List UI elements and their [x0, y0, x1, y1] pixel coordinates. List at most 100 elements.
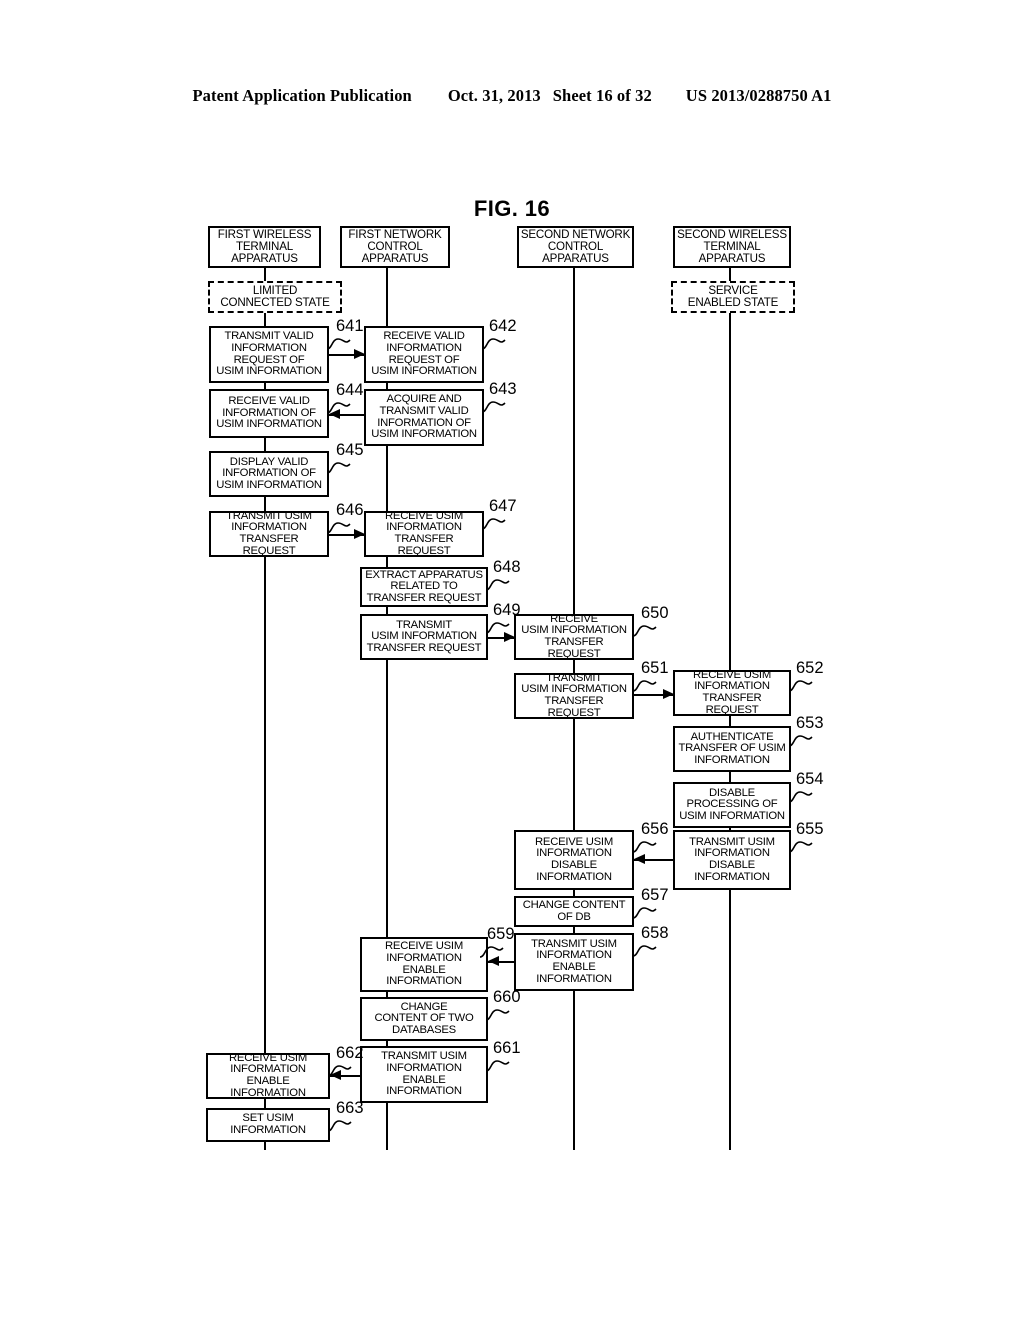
- figure-title: FIG. 16: [0, 196, 1024, 222]
- state1-text: LIMITED CONNECTED STATE: [220, 284, 330, 309]
- step-box-657: CHANGE CONTENT OF DB: [514, 896, 634, 927]
- leader-655: [788, 839, 814, 855]
- step-box-648: EXTRACT APPARATUS RELATED TO TRANSFER REQU…: [360, 567, 488, 607]
- leader-645: [326, 460, 352, 476]
- leader-646: [326, 520, 352, 536]
- step-641-text: TRANSMIT VALID INFORMATION REQUEST OF USIM …: [216, 330, 322, 378]
- ref-number-663: 663: [336, 1099, 364, 1117]
- leader-653: [788, 733, 814, 749]
- ref-number-657: 657: [641, 886, 669, 904]
- step-box-644: RECEIVE VALID INFORMATION OF USIM INFORMAT…: [209, 389, 329, 438]
- ref-number-650: 650: [641, 604, 669, 622]
- state-box-limited-connected: LIMITED CONNECTED STATE: [208, 281, 342, 313]
- step-box-654: DISABLE PROCESSING OF USIM INFORMATION: [673, 782, 791, 828]
- header-sheet: Sheet 16 of 32: [552, 86, 652, 105]
- ref-number-647: 647: [489, 497, 517, 515]
- ref-number-643: 643: [489, 380, 517, 398]
- step-650-text: RECEIVE USIM INFORMATION TRANSFER REQUEST: [521, 612, 627, 660]
- step-box-646: TRANSMIT USIM INFORMATION TRANSFER REQUEST: [209, 509, 329, 557]
- arrow-head-655-656: [634, 854, 645, 864]
- step-657-text: CHANGE CONTENT OF DB: [522, 898, 626, 923]
- step-661-text: TRANSMIT USIM INFORMATION ENABLE INFORMATIO…: [381, 1050, 467, 1098]
- leader-663: [327, 1118, 353, 1134]
- step-box-661: TRANSMIT USIM INFORMATION ENABLE INFORMATIO…: [360, 1046, 488, 1103]
- ref-number-655: 655: [796, 820, 824, 838]
- leader-657: [632, 905, 658, 921]
- step-653-text: AUTHENTICATE TRANSFER OF USIM INFORMATION: [678, 730, 786, 766]
- state-box-service-enabled: SERVICE ENABLED STATE: [671, 281, 795, 313]
- leader-649: [485, 620, 511, 636]
- lane4-header-text: SECOND WIRELESS TERMINAL APPARATUS: [677, 228, 787, 265]
- step-box-642: RECEIVE VALID INFORMATION REQUEST OF USIM I…: [364, 326, 484, 383]
- leader-654: [788, 789, 814, 805]
- leader-652: [788, 678, 814, 694]
- leader-642: [481, 336, 507, 352]
- ref-number-656: 656: [641, 820, 669, 838]
- leader-651: [632, 678, 658, 694]
- lane1-header-text: FIRST WIRELESS TERMINAL APPARATUS: [217, 228, 312, 265]
- leader-644: [326, 400, 352, 416]
- step-659-text: RECEIVE USIM INFORMATION ENABLE INFORMATION: [385, 940, 463, 988]
- step-663-text: SET USIM INFORMATION: [230, 1112, 306, 1136]
- leader-662: [327, 1063, 353, 1079]
- leader-661: [485, 1058, 511, 1074]
- ref-number-654: 654: [796, 770, 824, 788]
- figure-title-text: FIG. 16: [473, 196, 551, 221]
- step-box-643: ACQUIRE AND TRANSMIT VALID INFORMATION OF U…: [364, 389, 484, 446]
- ref-number-646: 646: [336, 501, 364, 519]
- leader-643: [481, 399, 507, 415]
- lane-header-lane2: FIRST NETWORK CONTROL APPARATUS: [340, 226, 450, 268]
- ref-number-662: 662: [336, 1044, 364, 1062]
- step-box-649: TRANSMIT USIM INFORMATION TRANSFER REQUEST: [360, 614, 488, 660]
- lane-header-lane1: FIRST WIRELESS TERMINAL APPARATUS: [208, 226, 321, 268]
- step-box-651: TRANSMIT USIM INFORMATION TRANSFER REQUEST: [514, 671, 634, 719]
- ref-number-652: 652: [796, 659, 824, 677]
- leader-660: [485, 1007, 511, 1023]
- leader-641: [326, 336, 352, 352]
- page-header: Patent Application Publication Oct. 31, …: [0, 86, 1024, 106]
- step-649-text: TRANSMIT USIM INFORMATION TRANSFER REQUEST: [366, 618, 482, 654]
- step-654-text: DISABLE PROCESSING OF USIM INFORMATION: [679, 786, 785, 822]
- step-646-text: TRANSMIT USIM INFORMATION TRANSFER REQUEST: [226, 509, 312, 557]
- step-box-660: CHANGE CONTENT OF TWO DATABASES: [360, 997, 488, 1041]
- step-box-653: AUTHENTICATE TRANSFER OF USIM INFORMATION: [673, 726, 791, 772]
- step-643-text: ACQUIRE AND TRANSMIT VALID INFORMATION OF U…: [371, 393, 477, 441]
- step-644-text: RECEIVE VALID INFORMATION OF USIM INFORMAT…: [216, 395, 322, 431]
- leader-656: [632, 839, 658, 855]
- ref-number-651: 651: [641, 659, 669, 677]
- step-box-656: RECEIVE USIM INFORMATION DISABLE INFORMATIO…: [514, 830, 634, 890]
- leader-648: [485, 577, 511, 593]
- step-box-663: SET USIM INFORMATION: [206, 1108, 330, 1142]
- step-box-658: TRANSMIT USIM INFORMATION ENABLE INFORMATIO…: [514, 933, 634, 991]
- step-box-647: RECEIVE USIM INFORMATION TRANSFER REQUEST: [364, 510, 484, 557]
- step-648-text: EXTRACT APPARATUS RELATED TO TRANSFER REQU…: [365, 568, 483, 604]
- leader-659: [479, 944, 505, 960]
- ref-number-660: 660: [493, 988, 521, 1006]
- lane-header-lane4: SECOND WIRELESS TERMINAL APPARATUS: [673, 226, 791, 268]
- step-box-655: TRANSMIT USIM INFORMATION DISABLE INFORMATI…: [673, 830, 791, 890]
- step-box-662: RECEIVE USIM INFORMATION ENABLE INFORMATIO…: [206, 1052, 330, 1099]
- leader-647: [481, 516, 507, 532]
- header-publication: Patent Application Publication: [192, 86, 412, 105]
- ref-number-648: 648: [493, 558, 521, 576]
- step-658-text: TRANSMIT USIM INFORMATION ENABLE INFORMATIO…: [531, 937, 617, 985]
- ref-number-659: 659: [487, 925, 515, 943]
- step-652-text: RECEIVE USIM INFORMATION TRANSFER REQUEST: [693, 668, 771, 716]
- step-651-text: TRANSMIT USIM INFORMATION TRANSFER REQUEST: [521, 671, 627, 719]
- state4-text: SERVICE ENABLED STATE: [687, 284, 779, 309]
- ref-number-644: 644: [336, 381, 364, 399]
- step-box-641: TRANSMIT VALID INFORMATION REQUEST OF USIM …: [209, 326, 329, 383]
- step-box-650: RECEIVE USIM INFORMATION TRANSFER REQUEST: [514, 612, 634, 660]
- ref-number-658: 658: [641, 924, 669, 942]
- step-642-text: RECEIVE VALID INFORMATION REQUEST OF USIM I…: [371, 330, 477, 378]
- ref-number-645: 645: [336, 441, 364, 459]
- ref-number-649: 649: [493, 601, 521, 619]
- step-660-text: CHANGE CONTENT OF TWO DATABASES: [374, 1000, 474, 1036]
- ref-number-661: 661: [493, 1039, 521, 1057]
- header-date: Oct. 31, 2013: [447, 86, 541, 105]
- ref-number-641: 641: [336, 317, 364, 335]
- ref-number-653: 653: [796, 714, 824, 732]
- ref-number-642: 642: [489, 317, 517, 335]
- step-645-text: DISPLAY VALID INFORMATION OF USIM INFORMAT…: [216, 455, 322, 491]
- step-box-652: RECEIVE USIM INFORMATION TRANSFER REQUEST: [673, 668, 791, 716]
